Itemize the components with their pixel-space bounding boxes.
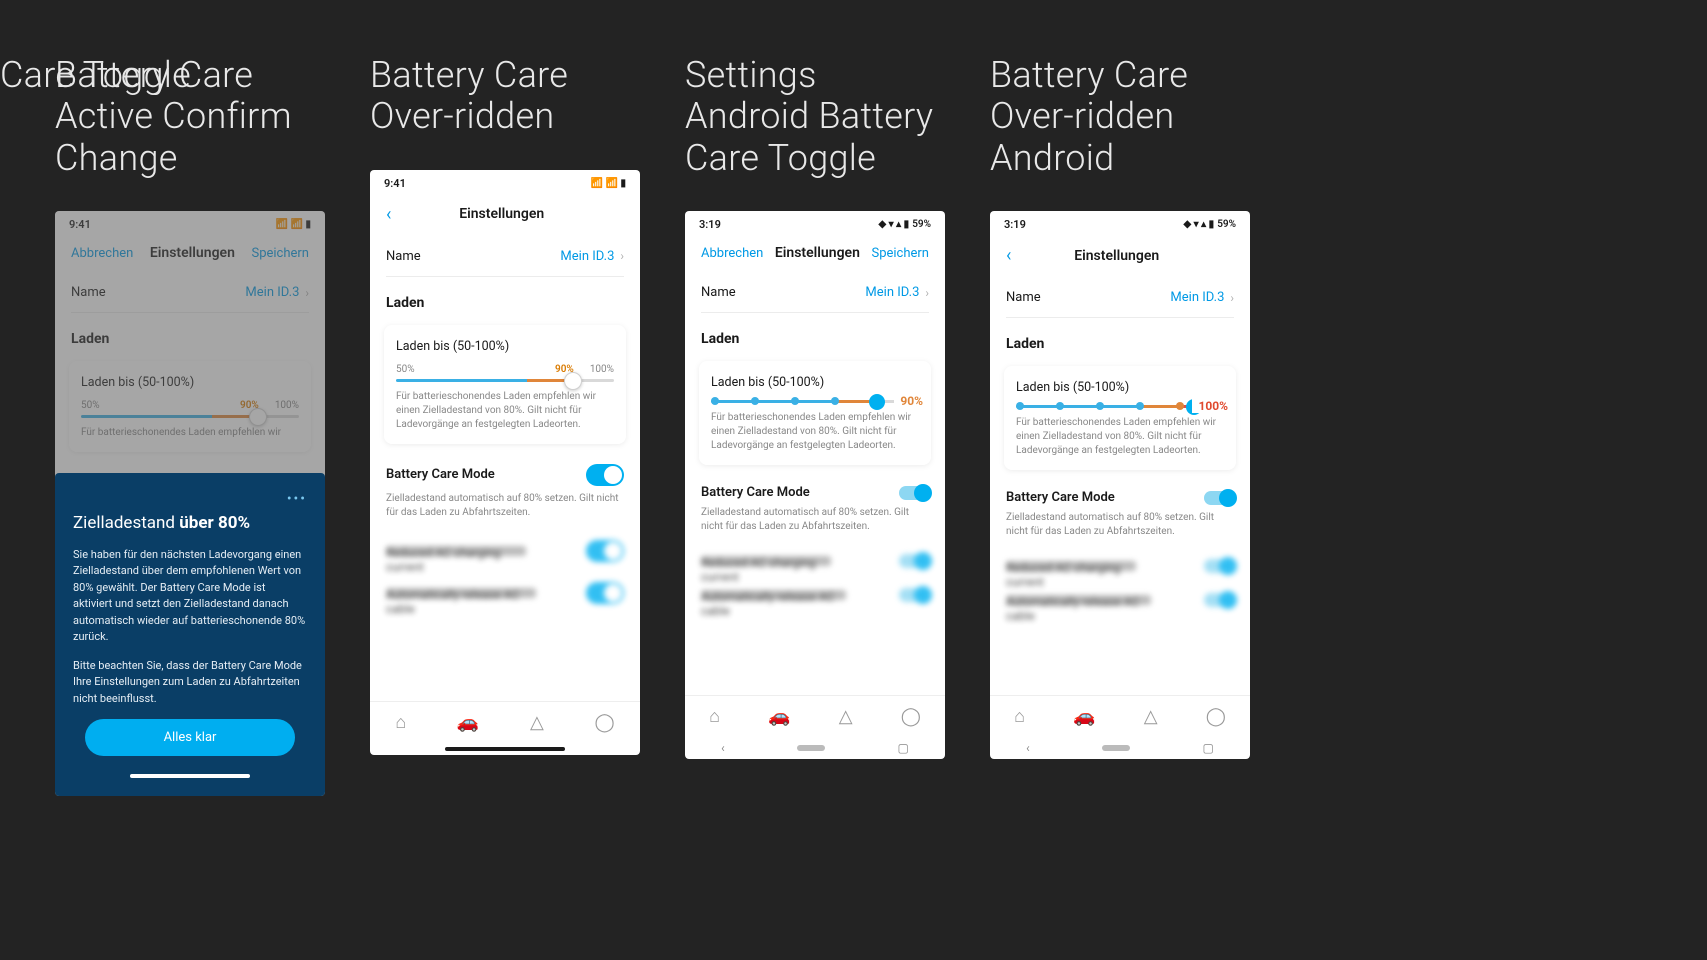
confirm-button[interactable]: Alles klar	[85, 719, 295, 756]
status-time: 3:19	[699, 218, 721, 231]
confirm-sheet: ••• Zielladestand über 80% Sie haben für…	[55, 473, 325, 797]
section-charging: Laden	[370, 277, 640, 319]
status-time: 9:41	[384, 177, 406, 190]
profile-icon[interactable]: ◯	[1206, 706, 1226, 727]
status-time: 3:19	[1004, 218, 1026, 231]
phone-screen-override-ios: 9:41 📶 📶 ▮ ‹ Einstellungen Name Mein ID.…	[370, 170, 640, 755]
status-icons: 📶 📶 ▮	[591, 177, 626, 190]
name-value[interactable]: Mein ID.3›	[560, 249, 624, 264]
android-home-icon[interactable]	[797, 745, 825, 751]
tabbar: ⌂ 🚗 △ ◯	[685, 695, 945, 735]
profile-icon[interactable]: ◯	[901, 706, 921, 727]
charge-card: Laden bis (50-100%) 50% 90% 100% Für bat…	[384, 325, 626, 444]
android-navbar: ‹ ▢	[990, 735, 1250, 759]
nav-icon[interactable]: △	[530, 712, 544, 733]
column-title: Battery Care Active Confirm Change	[55, 55, 325, 179]
tabbar: ⌂ 🚗 △ ◯	[370, 701, 640, 741]
battery-care-toggle[interactable]	[899, 486, 929, 500]
save-button[interactable]: Speichern	[871, 246, 929, 261]
home-icon[interactable]: ⌂	[709, 706, 720, 727]
more-icon[interactable]: •••	[73, 491, 307, 507]
helper-text: Für batterieschonendes Laden empfehlen w…	[1016, 416, 1224, 458]
charge-slider[interactable]	[396, 379, 614, 382]
battery-care-sub: Zielladestand automatisch auf 80% setzen…	[685, 504, 945, 544]
helper-text: Für batterieschonendes Laden empfehlen w…	[711, 411, 919, 453]
battery-care-toggle[interactable]	[1204, 491, 1234, 505]
name-label: Name	[701, 285, 736, 300]
battery-care-label: Battery Care Mode	[386, 467, 495, 482]
android-recent-icon[interactable]: ▢	[897, 741, 908, 755]
phone-screen-confirm: 9:41 📶 📶 ▮ Abbrechen Einstellungen Speic…	[55, 211, 325, 796]
slider-min: 50%	[396, 364, 415, 375]
sheet-body-2: Bitte beachten Sie, dass der Battery Car…	[73, 658, 307, 708]
sheet-body-1: Sie haben für den nächsten Ladevorgang e…	[73, 547, 307, 646]
column-title: Settings Android Battery Care Toggle	[685, 55, 945, 179]
helper-text: Für batterieschonendes Laden empfehlen w…	[396, 390, 614, 432]
name-label: Name	[1006, 290, 1041, 305]
chevron-right-icon: ›	[620, 249, 624, 263]
battery-care-sub: Zielladestand automatisch auf 80% setzen…	[990, 509, 1250, 549]
charge-card-title: Laden bis (50-100%)	[1016, 380, 1224, 395]
home-icon[interactable]: ⌂	[395, 712, 406, 733]
battery-care-sub: Zielladestand automatisch auf 80% setzen…	[370, 490, 640, 530]
nav-icon[interactable]: △	[1144, 706, 1158, 727]
section-charging: Laden	[685, 313, 945, 355]
battery-care-label: Battery Care Mode	[1006, 490, 1115, 505]
tabbar: ⌂ 🚗 △ ◯	[990, 695, 1250, 735]
android-back-icon[interactable]: ‹	[721, 741, 725, 755]
column-title: Battery Care Over-ridden Android	[990, 55, 1250, 179]
android-back-icon[interactable]: ‹	[1026, 741, 1030, 755]
nav-icon[interactable]: △	[839, 706, 853, 727]
car-icon[interactable]: 🚗	[768, 706, 790, 727]
column-title: Battery Care Over-ridden	[370, 55, 640, 138]
phone-screen-android-toggle: 3:19 ◆ ▾ ▴ ▮ 59% Abbrechen Einstellungen…	[685, 211, 945, 759]
profile-icon[interactable]: ◯	[594, 712, 614, 733]
home-icon[interactable]: ⌂	[1014, 706, 1025, 727]
slider-value: 100%	[1192, 399, 1228, 413]
name-label: Name	[386, 249, 421, 264]
sheet-heading: Zielladestand über 80%	[73, 513, 307, 533]
status-icons: ◆ ▾ ▴ ▮ 59%	[878, 218, 931, 231]
name-value[interactable]: Mein ID.3›	[1170, 290, 1234, 305]
status-icons: ◆ ▾ ▴ ▮ 59%	[1183, 218, 1236, 231]
car-icon[interactable]: 🚗	[457, 712, 479, 733]
back-button[interactable]: ‹	[1006, 245, 1011, 266]
slider-value: 90%	[894, 394, 923, 408]
chevron-right-icon: ›	[1230, 291, 1234, 305]
charge-card: Laden bis (50-100%) 90% Für batteriescho…	[699, 361, 931, 465]
navbar-title: Einstellungen	[775, 245, 860, 261]
android-recent-icon[interactable]: ▢	[1202, 741, 1213, 755]
battery-care-label: Battery Care Mode	[701, 485, 810, 500]
charge-card: Laden bis (50-100%) 100% Für batteriesch…	[1004, 366, 1236, 470]
back-button[interactable]: ‹	[386, 204, 391, 225]
android-navbar: ‹ ▢	[685, 735, 945, 759]
android-home-icon[interactable]	[1102, 745, 1130, 751]
navbar-title: Einstellungen	[459, 206, 544, 222]
charge-card-title: Laden bis (50-100%)	[711, 375, 919, 390]
phone-screen-android-override: 3:19 ◆ ▾ ▴ ▮ 59% ‹ Einstellungen Name Me…	[990, 211, 1250, 759]
charge-card-title: Laden bis (50-100%)	[396, 339, 614, 354]
name-value[interactable]: Mein ID.3›	[865, 285, 929, 300]
section-charging: Laden	[990, 318, 1250, 360]
navbar-title: Einstellungen	[1074, 248, 1159, 264]
car-icon[interactable]: 🚗	[1073, 706, 1095, 727]
cancel-button[interactable]: Abbrechen	[701, 246, 763, 261]
battery-care-toggle[interactable]	[586, 464, 624, 486]
slider-max: 100%	[590, 364, 614, 375]
chevron-right-icon: ›	[925, 286, 929, 300]
